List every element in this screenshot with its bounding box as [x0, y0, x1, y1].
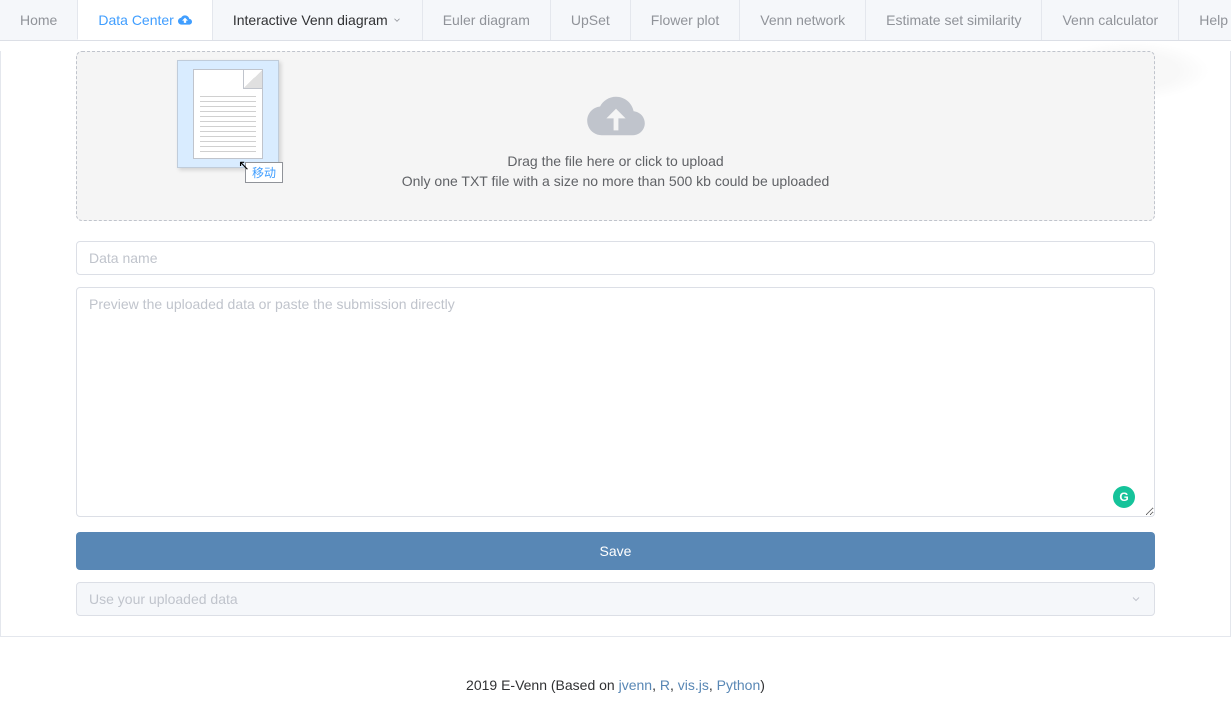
nav-tab-estimate[interactable]: Estimate set similarity: [865, 0, 1041, 40]
uploaded-file-thumbnail[interactable]: [177, 60, 279, 168]
nav-tab-euler[interactable]: Euler diagram: [422, 0, 550, 40]
file-lines: [200, 92, 256, 152]
nav-tab-venn-network[interactable]: Venn network: [739, 0, 865, 40]
save-button[interactable]: Save: [76, 532, 1155, 570]
footer: 2019 E-Venn (Based on jvenn, R, vis.js, …: [0, 637, 1231, 713]
tooltip-text: 移动: [252, 164, 276, 181]
file-icon: [193, 69, 263, 159]
drag-tooltip: ↖ 移动: [245, 162, 283, 183]
cursor-icon: ↖: [238, 157, 250, 174]
nav-label: Estimate set similarity: [886, 0, 1021, 40]
footer-link-r[interactable]: R: [660, 677, 670, 693]
cloud-upload-icon: [178, 13, 192, 27]
nav-label: UpSet: [571, 0, 610, 40]
footer-sep: ,: [709, 677, 717, 693]
main-content: ↖ 移动 Drag the file here or click to uplo…: [0, 51, 1231, 637]
nav-label: Help: [1199, 0, 1228, 40]
grammarly-icon[interactable]: G: [1113, 486, 1135, 508]
nav-tabs: Home Data Center Interactive Venn diagra…: [0, 0, 1231, 41]
footer-prefix: 2019 E-Venn (Based on: [466, 677, 619, 693]
nav-tab-data-center[interactable]: Data Center: [77, 0, 211, 40]
form-area: G Save Use your uploaded data: [76, 241, 1155, 616]
nav-label: Venn calculator: [1062, 0, 1158, 40]
nav-tab-home[interactable]: Home: [0, 0, 77, 40]
chevron-down-icon: [392, 15, 402, 25]
uploaded-data-select[interactable]: Use your uploaded data: [76, 582, 1155, 616]
nav-label: Flower plot: [651, 0, 719, 40]
cloud-upload-large-icon: [586, 92, 646, 140]
nav-tab-upset[interactable]: UpSet: [550, 0, 630, 40]
footer-link-jvenn[interactable]: jvenn: [619, 677, 652, 693]
footer-link-visjs[interactable]: vis.js: [678, 677, 709, 693]
footer-link-python[interactable]: Python: [717, 677, 761, 693]
nav-label: Venn network: [760, 0, 845, 40]
nav-label: Home: [20, 0, 57, 40]
nav-label: Interactive Venn diagram: [233, 0, 388, 40]
nav-tab-help[interactable]: Help: [1178, 0, 1231, 40]
nav-tab-calculator[interactable]: Venn calculator: [1041, 0, 1178, 40]
data-name-input[interactable]: [76, 241, 1155, 275]
footer-sep: ,: [670, 677, 678, 693]
textarea-wrapper: G: [76, 287, 1155, 532]
nav-label: Euler diagram: [443, 0, 530, 40]
nav-label: Data Center: [98, 0, 173, 40]
nav-tab-interactive-venn[interactable]: Interactive Venn diagram: [212, 0, 422, 40]
chevron-down-icon: [1130, 593, 1142, 605]
nav-tab-flower[interactable]: Flower plot: [630, 0, 739, 40]
upload-dropzone[interactable]: ↖ 移动 Drag the file here or click to uplo…: [76, 51, 1155, 221]
footer-sep: ,: [652, 677, 660, 693]
footer-suffix: ): [760, 677, 765, 693]
select-placeholder: Use your uploaded data: [89, 591, 238, 607]
data-preview-textarea[interactable]: [76, 287, 1155, 517]
